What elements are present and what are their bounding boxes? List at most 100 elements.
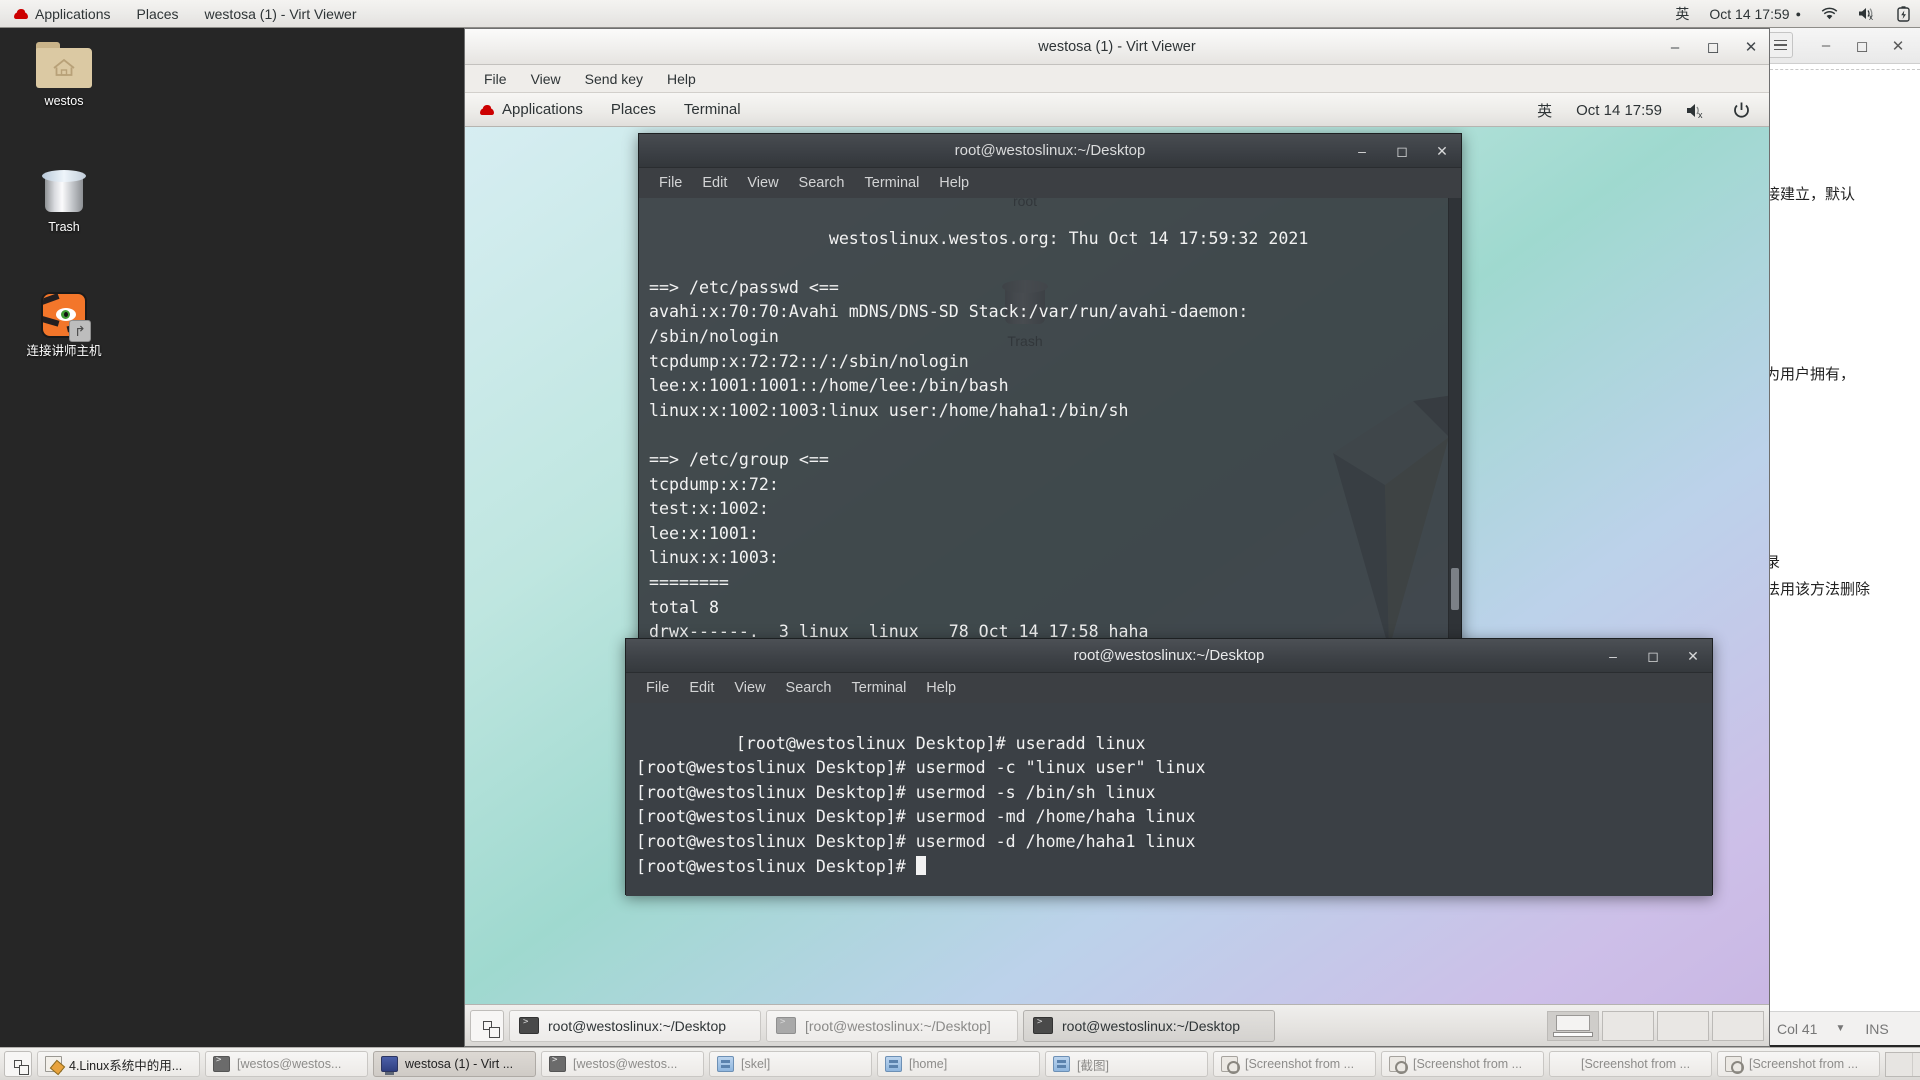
battery-charging-icon[interactable] <box>1887 0 1920 27</box>
terminal-back-maximize-button[interactable]: ◻ <box>1395 143 1409 160</box>
terminal-back-title: root@westoslinux:~/Desktop <box>955 142 1146 159</box>
host-applications-menu[interactable]: Applications <box>0 0 124 27</box>
host-taskbar-item-8-label: [Screenshot from ... <box>1413 1057 1522 1071</box>
guest-taskbar-item-1[interactable]: [root@westoslinux:~/Desktop] <box>766 1010 1018 1042</box>
virt-viewer-menu-view[interactable]: View <box>520 68 572 90</box>
svg-text:x: x <box>1698 110 1703 119</box>
host-clock[interactable]: Oct 14 17:59 ● <box>1699 0 1811 27</box>
virt-viewer-titlebar[interactable]: westosa (1) - Virt Viewer – ◻ ✕ <box>465 29 1769 65</box>
terminal-front-menu-search[interactable]: Search <box>776 677 842 699</box>
guest-places-menu[interactable]: Places <box>597 101 670 118</box>
desktop-icon-connect-instructor-host[interactable]: ↱ 连接讲师主机 <box>16 292 112 359</box>
volume-muted-icon[interactable]: x <box>1848 0 1887 27</box>
host-workspace-switcher[interactable] <box>1885 1052 1920 1077</box>
power-icon[interactable] <box>1720 101 1763 120</box>
editor-dashed-rule <box>1765 66 1920 70</box>
terminal-back-menu-help[interactable]: Help <box>929 172 979 194</box>
terminal-back-menu-view[interactable]: View <box>737 172 788 194</box>
virt-viewer-maximize-button[interactable]: ◻ <box>1705 38 1721 56</box>
guest-terminal-menu[interactable]: Terminal <box>670 101 755 118</box>
guest-workspace-switcher[interactable] <box>1547 1011 1764 1041</box>
terminal-window-front[interactable]: root@westoslinux:~/Desktop – ◻ ✕ File Ed… <box>625 638 1713 895</box>
terminal-front-menu-file[interactable]: File <box>636 677 679 699</box>
terminal-back-close-button[interactable]: ✕ <box>1435 143 1449 160</box>
guest-applications-menu[interactable]: Applications <box>465 101 597 118</box>
terminal-back-menu-search[interactable]: Search <box>789 172 855 194</box>
terminal-front-menu-view[interactable]: View <box>724 677 775 699</box>
host-taskbar-item-3[interactable]: [westos@westos... <box>541 1051 704 1077</box>
editor-maximize-button[interactable]: ◻ <box>1844 37 1880 55</box>
terminal-front-menu-help[interactable]: Help <box>916 677 966 699</box>
scrollbar-thumb[interactable] <box>1451 568 1459 610</box>
desktop-icon-trash[interactable]: Trash <box>16 166 112 235</box>
hamburger-menu-icon[interactable] <box>1767 32 1793 58</box>
guest-input-method[interactable]: 英 <box>1525 100 1564 121</box>
host-taskbar-item-9-label: [Screenshot from ... <box>1581 1057 1690 1071</box>
host-input-method[interactable]: 英 <box>1665 0 1699 27</box>
host-taskbar-item-1[interactable]: [westos@westos... <box>205 1051 368 1077</box>
terminal-back-scrollbar[interactable] <box>1448 198 1461 659</box>
guest-taskbar-item-0-label: root@westoslinux:~/Desktop <box>548 1018 726 1034</box>
guest-taskbar-item-0[interactable]: root@westoslinux:~/Desktop <box>509 1010 761 1042</box>
show-desktop-icon[interactable] <box>4 1051 32 1077</box>
terminal-front-menu-edit[interactable]: Edit <box>679 677 724 699</box>
virt-viewer-window-buttons: – ◻ ✕ <box>1667 29 1759 65</box>
background-editor-window[interactable]: – ◻ ✕ 接建立，默认 为用户拥有， 录 法用该方法删除 Col 41 ▼ I… <box>1764 28 1920 1045</box>
terminal-front-maximize-button[interactable]: ◻ <box>1646 648 1660 665</box>
terminal-front-menu-terminal[interactable]: Terminal <box>842 677 917 699</box>
host-workspace-1[interactable] <box>1885 1052 1920 1077</box>
terminal-back-minimize-button[interactable]: – <box>1355 143 1369 159</box>
guest-workspace-4[interactable] <box>1712 1011 1764 1041</box>
host-taskbar-item-5[interactable]: [home] <box>877 1051 1040 1077</box>
terminal-back-output[interactable]: westoslinux.westos.org: Thu Oct 14 17:59… <box>639 198 1461 659</box>
host-active-window-title[interactable]: westosa (1) - Virt Viewer <box>192 0 370 27</box>
svg-text:x: x <box>1869 13 1873 21</box>
host-taskbar-item-3-label: [westos@westos... <box>573 1057 677 1071</box>
virt-viewer-menu-help[interactable]: Help <box>656 68 707 90</box>
home-folder-icon <box>36 42 92 88</box>
virt-viewer-window[interactable]: westosa (1) - Virt Viewer – ◻ ✕ File Vie… <box>464 28 1770 1047</box>
host-taskbar-item-7[interactable]: [Screenshot from ... <box>1213 1051 1376 1077</box>
drive-icon <box>1053 1056 1070 1072</box>
chevron-down-icon[interactable]: ▼ <box>1817 1023 1845 1034</box>
virt-viewer-menu-send-key[interactable]: Send key <box>574 68 654 90</box>
guest-workspace-2[interactable] <box>1602 1011 1654 1041</box>
volume-muted-icon[interactable]: x <box>1674 102 1720 119</box>
host-taskbar-item-0[interactable]: 4.Linux系统中的用... <box>37 1051 200 1077</box>
host-taskbar-item-10[interactable]: [Screenshot from ... <box>1717 1051 1880 1077</box>
terminal-back-menu-file[interactable]: File <box>649 172 692 194</box>
editor-text-fragment: 法用该方法删除 <box>1765 578 1870 599</box>
guest-workspace-1[interactable] <box>1547 1011 1599 1041</box>
editor-insert-mode: INS <box>1845 1021 1888 1037</box>
terminal-window-back[interactable]: root@westoslinux:~/Desktop – ◻ ✕ File Ed… <box>638 133 1462 658</box>
desktop-icon-trash-label: Trash <box>48 220 80 234</box>
host-taskbar-item-8[interactable]: [Screenshot from ... <box>1381 1051 1544 1077</box>
host-taskbar-item-4[interactable]: [skel] <box>709 1051 872 1077</box>
show-desktop-icon[interactable] <box>470 1010 504 1042</box>
guest-workspace-3[interactable] <box>1657 1011 1709 1041</box>
virt-viewer-close-button[interactable]: ✕ <box>1743 38 1759 56</box>
terminal-front-titlebar[interactable]: root@westoslinux:~/Desktop – ◻ ✕ <box>626 639 1712 673</box>
terminal-front-close-button[interactable]: ✕ <box>1686 648 1700 665</box>
terminal-front-minimize-button[interactable]: – <box>1606 648 1620 664</box>
host-top-panel: Applications Places westosa (1) - Virt V… <box>0 0 1920 28</box>
host-taskbar-item-2[interactable]: westosa (1) - Virt ... <box>373 1051 536 1077</box>
desktop-icon-westos[interactable]: westos <box>16 42 112 109</box>
terminal-back-menu-edit[interactable]: Edit <box>692 172 737 194</box>
host-taskbar-item-9[interactable]: [Screenshot from ... <box>1549 1051 1712 1077</box>
terminal-front-output[interactable]: [root@westoslinux Desktop]# useradd linu… <box>626 703 1712 896</box>
virt-viewer-menu-file[interactable]: File <box>473 68 518 90</box>
wifi-icon[interactable] <box>1811 0 1848 27</box>
terminal-back-menu-terminal[interactable]: Terminal <box>855 172 930 194</box>
host-places-menu[interactable]: Places <box>124 0 192 27</box>
guest-taskbar-item-2[interactable]: root@westoslinux:~/Desktop <box>1023 1010 1275 1042</box>
guest-clock[interactable]: Oct 14 17:59 <box>1564 102 1674 119</box>
guest-screen[interactable]: westos Applications Places Terminal 英 <box>465 93 1769 1046</box>
editor-minimize-button[interactable]: – <box>1808 37 1844 54</box>
virt-viewer-minimize-button[interactable]: – <box>1667 39 1683 56</box>
editor-close-button[interactable]: ✕ <box>1880 37 1916 55</box>
terminal-back-titlebar[interactable]: root@westoslinux:~/Desktop – ◻ ✕ <box>639 134 1461 168</box>
terminal-front-prompt: [root@westoslinux Desktop]# <box>636 857 916 876</box>
host-taskbar-item-6[interactable]: [截图] <box>1045 1051 1208 1077</box>
monitor-icon <box>381 1056 398 1072</box>
